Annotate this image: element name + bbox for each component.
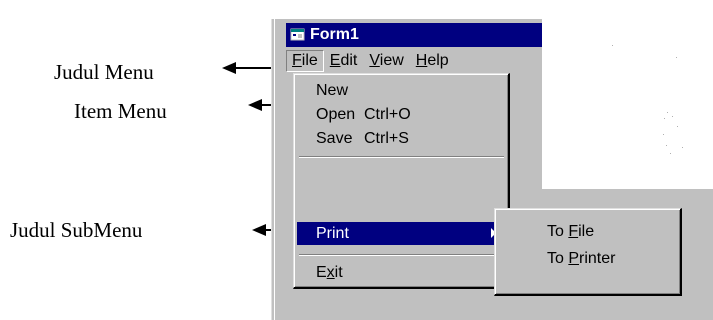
menu-item-new[interactable]: New [297, 79, 506, 102]
menu-view[interactable]: View [363, 50, 409, 72]
menu-separator [299, 254, 504, 256]
menu-item-exit[interactable]: Exit [297, 261, 506, 284]
form-client-area [542, 19, 713, 189]
file-dropdown-menu: New Open Ctrl+O Save Ctrl+S Print Exit [293, 73, 510, 289]
arrow-to-menu-title-icon [222, 61, 274, 75]
shortcut-open: Ctrl+O [364, 105, 411, 123]
label-item-menu: Item Menu [74, 99, 167, 123]
menu-bar: File Edit View Help [286, 49, 455, 73]
menu-separator [299, 156, 504, 158]
submenu-item-to-printer[interactable]: To Printer [498, 247, 678, 270]
window-titlebar[interactable]: Form1 [286, 23, 542, 47]
shortcut-save: Ctrl+S [364, 129, 409, 147]
menu-help[interactable]: Help [410, 50, 455, 72]
submenu-item-to-file[interactable]: To File [498, 220, 678, 243]
form-window: Form1 File Edit View Help New Open Ctrl+… [271, 19, 713, 320]
menu-edit[interactable]: Edit [324, 50, 364, 72]
menu-item-print[interactable]: Print [297, 222, 506, 245]
label-judul-submenu: Judul SubMenu [10, 218, 143, 242]
window-title: Form1 [310, 26, 359, 43]
form-icon [290, 28, 306, 42]
print-submenu: To File To Printer [494, 208, 682, 296]
menu-item-save[interactable]: Save Ctrl+S [297, 127, 506, 150]
menu-item-open[interactable]: Open Ctrl+O [297, 103, 506, 126]
label-judul-menu: Judul Menu [54, 60, 154, 84]
menu-file[interactable]: File [286, 50, 324, 72]
